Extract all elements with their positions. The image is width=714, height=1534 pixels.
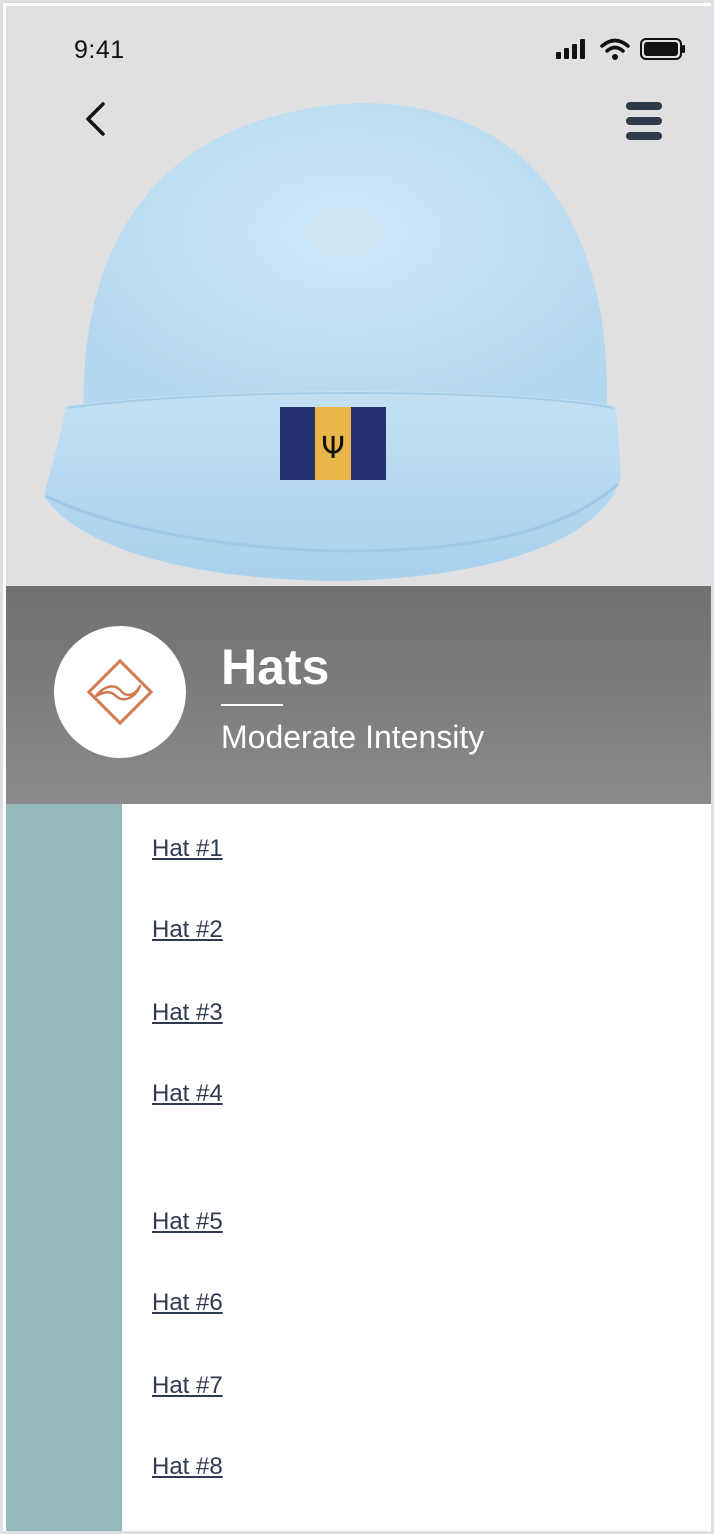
hat-image: Ψ — [44, 102, 621, 581]
hat-link-7[interactable]: Hat #7 — [152, 1372, 223, 1400]
category-subtitle: Moderate Intensity — [221, 719, 485, 755]
status-icons — [556, 38, 686, 60]
signal-icon — [556, 39, 585, 59]
hat-link-2[interactable]: Hat #2 — [152, 916, 223, 944]
hat-link-1[interactable]: Hat #1 — [152, 835, 223, 863]
svg-text:Ψ: Ψ — [321, 431, 345, 466]
app-screen: Ψ 9:41 Hats Moderate Intensity Hat #1 Ha… — [0, 0, 714, 1534]
hat-link-8[interactable]: Hat #8 — [152, 1453, 223, 1481]
hat-link-5[interactable]: Hat #5 — [152, 1208, 223, 1236]
status-time: 9:41 — [74, 36, 125, 64]
back-button[interactable] — [76, 96, 116, 142]
hat-link-6[interactable]: Hat #6 — [152, 1289, 223, 1317]
wifi-icon — [600, 38, 630, 60]
battery-icon — [640, 38, 685, 60]
hat-link-3[interactable]: Hat #3 — [152, 999, 223, 1027]
category-title: Hats — [221, 639, 330, 695]
category-header: Hats Moderate Intensity — [6, 586, 711, 804]
category-badge — [54, 626, 186, 758]
title-divider — [221, 704, 283, 706]
menu-button[interactable] — [624, 100, 664, 142]
wave-diamond-icon — [86, 658, 154, 726]
chevron-left-icon — [86, 102, 105, 136]
hero-image: Ψ 9:41 — [6, 6, 711, 586]
hat-link-4[interactable]: Hat #4 — [152, 1080, 223, 1108]
hamburger-menu-icon — [626, 102, 662, 140]
accent-rail — [6, 804, 122, 1531]
